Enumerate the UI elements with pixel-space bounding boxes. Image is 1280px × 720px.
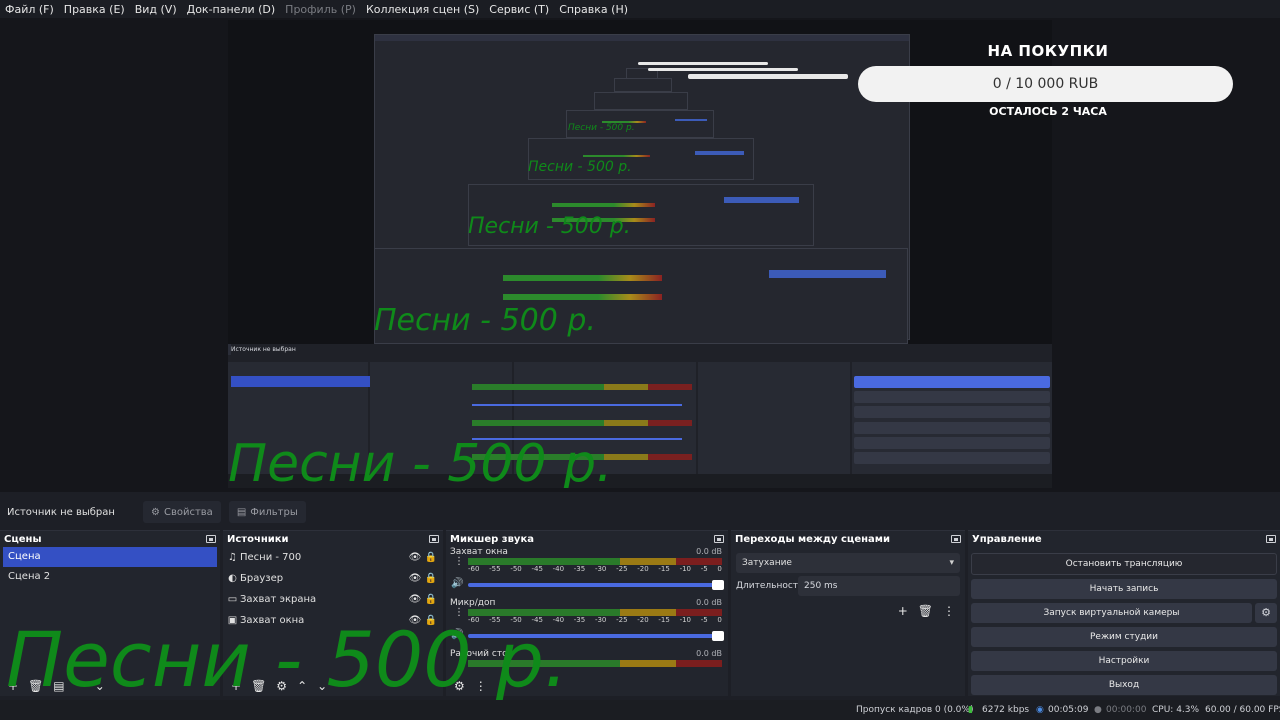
source-label: Песни - 700 [240,552,302,563]
exit-button[interactable]: Выход [971,675,1277,695]
menu-file[interactable]: Файл (F) [0,3,59,16]
eye-icon[interactable]: 👁 [407,573,423,584]
fps: 60.00 / 60.00 FPS [1205,705,1280,715]
lock-icon[interactable]: 🔒 [423,552,439,563]
volume-meter [468,558,722,565]
goal-progress-bar: 0 / 10 000 RUB [858,66,1233,102]
overlay-text-nested-2: Песни - 500 р. [468,214,631,239]
duration-row: Длительность 250 ms [736,576,960,596]
mini-scene-selected [231,376,370,387]
eye-icon[interactable]: 👁 [407,594,423,605]
menu-docks[interactable]: Док-панели (D) [182,3,281,16]
scenes-title: Сцены [4,533,42,545]
stream-icon: ◉ [1036,705,1044,715]
slider-knob[interactable] [712,631,724,641]
add-icon[interactable]: + [898,604,908,618]
duration-label: Длительность [736,581,804,591]
gear-icon: ⚙ [151,506,160,518]
lock-icon[interactable]: 🔒 [423,573,439,584]
menu-edit[interactable]: Правка (E) [59,3,130,16]
monitor-icon: ▭ [227,594,238,605]
lock-icon[interactable]: 🔒 [423,594,439,605]
controls-dock: Управление Остановить трансляцию Начать … [968,530,1280,696]
filter-icon: ▤ [236,506,247,518]
slider-knob[interactable] [712,580,724,590]
overlay-text: Песни - 500 р. [6,615,569,704]
eye-icon[interactable]: 👁 [407,552,423,563]
duration-input[interactable]: 250 ms [798,576,960,596]
scene-item[interactable]: Сцена [3,547,217,567]
source-item[interactable]: ▭ Захват экрана 👁 🔒 [223,589,443,610]
more-icon[interactable]: ⋮ [943,604,955,618]
channel-db: 0.0 dB [696,547,722,556]
goal-title: НА ПОКУПКИ [987,42,1109,60]
start-virtual-camera-button[interactable]: Запуск виртуальной камеры [971,603,1252,623]
filters-button[interactable]: ▤ Фильтры [228,501,306,523]
menu-view[interactable]: Вид (V) [130,3,182,16]
stream-time: 00:05:09 [1048,705,1089,715]
transitions-dock: Переходы между сценами Затухание Длитель… [731,530,965,696]
menu-bar: Файл (F) Правка (E) Вид (V) Док-панели (… [0,0,1280,18]
no-source-label: Источник не выбран [7,506,115,518]
overlay-text-nested-1: Песни - 500 р. [374,303,596,338]
sources-title: Источники [227,533,289,545]
transitions-toolbar: + 🗑 ⋮ [731,604,955,618]
start-recording-button[interactable]: Начать запись [971,579,1277,599]
stop-streaming-button[interactable]: Остановить трансляцию [971,553,1277,575]
undock-icon[interactable] [714,535,724,543]
nested-preview-5 [594,92,688,110]
source-label: Браузер [240,573,284,584]
mini-source-label: Источник не выбран [231,346,296,353]
meter-scale: -60 -55 -50 -45 -40 -35 -30 -25 -20 -15 -10 -5 0 [468,565,722,573]
source-item[interactable]: ♫ Песни - 700 👁 🔒 [223,547,443,568]
channel-db: 0.0 dB [696,649,722,658]
gear-icon[interactable]: ⚙ [1255,603,1277,623]
status-bar: Пропуск кадров 0 (0.0%) ▮ 6272 kbps ◉ 00… [0,700,1280,720]
record-icon: ● [1094,705,1102,715]
cpu-usage: CPU: 4.3% [1152,705,1200,715]
undock-icon[interactable] [206,535,216,543]
goal-remaining: ОСТАЛОСЬ 2 ЧАСА [989,105,1107,118]
signal-icon: ▮ [968,705,973,715]
controls-title: Управление [972,533,1042,545]
menu-profile: Профиль (P) [285,2,356,16]
properties-button[interactable]: ⚙ Свойства [143,501,221,523]
transitions-title: Переходы между сценами [735,533,890,545]
settings-button[interactable]: Настройки [971,651,1277,671]
undock-icon[interactable] [951,535,961,543]
virtual-camera-row: Запуск виртуальной камеры ⚙ [971,603,1277,623]
dropped-frames: Пропуск кадров 0 (0.0%) [856,705,974,715]
music-icon: ♫ [228,552,237,563]
trash-icon[interactable]: 🗑 [918,604,933,618]
globe-icon: ◐ [228,573,237,584]
menu-scene-collection[interactable]: Коллекция сцен (S) [361,3,484,16]
overlay-text-nested-4: Песни - 500 р. [568,123,635,133]
volume-slider[interactable] [468,580,724,590]
menu-help[interactable]: Справка (H) [554,3,633,16]
undock-icon[interactable] [1266,535,1276,543]
overlay-text-nested-3: Песни - 500 р. [528,159,632,175]
source-item[interactable]: ◐ Браузер 👁 🔒 [223,568,443,589]
speaker-icon[interactable]: 🔊 [451,578,463,589]
transition-select[interactable]: Затухание [736,553,960,573]
filters-label: Фильтры [250,506,298,518]
goal-widget: НА ПОКУПКИ 0 / 10 000 RUB ОСТАЛОСЬ 2 ЧАС… [858,42,1238,122]
mixer-channel: Захват окна 0.0 dB ⋮ -60 -55 -50 -45 -40 -35-… [448,547,728,598]
undock-icon[interactable] [429,535,439,543]
studio-mode-button[interactable]: Режим студии [971,627,1277,647]
menu-tools[interactable]: Сервис (T) [484,3,554,16]
more-icon[interactable]: ⋮ [454,557,464,567]
preview-area[interactable]: Источник не выбран Песни - 500 р. Песни … [0,18,1280,492]
channel-db: 0.0 dB [696,598,722,607]
mixer-title: Микшер звука [450,533,534,545]
properties-label: Свойства [163,506,213,518]
record-time: 00:00:00 [1106,705,1147,715]
source-toolbar: Источник не выбран ⚙ Свойства ▤ Фильтры [0,500,1280,524]
nested-preview-6 [614,78,672,92]
overlay-text-preview: Песни - 500 р. [228,434,613,488]
scene-item[interactable]: Сцена 2 [3,567,217,587]
source-label: Захват экрана [240,594,317,605]
bitrate: 6272 kbps [982,705,1030,715]
